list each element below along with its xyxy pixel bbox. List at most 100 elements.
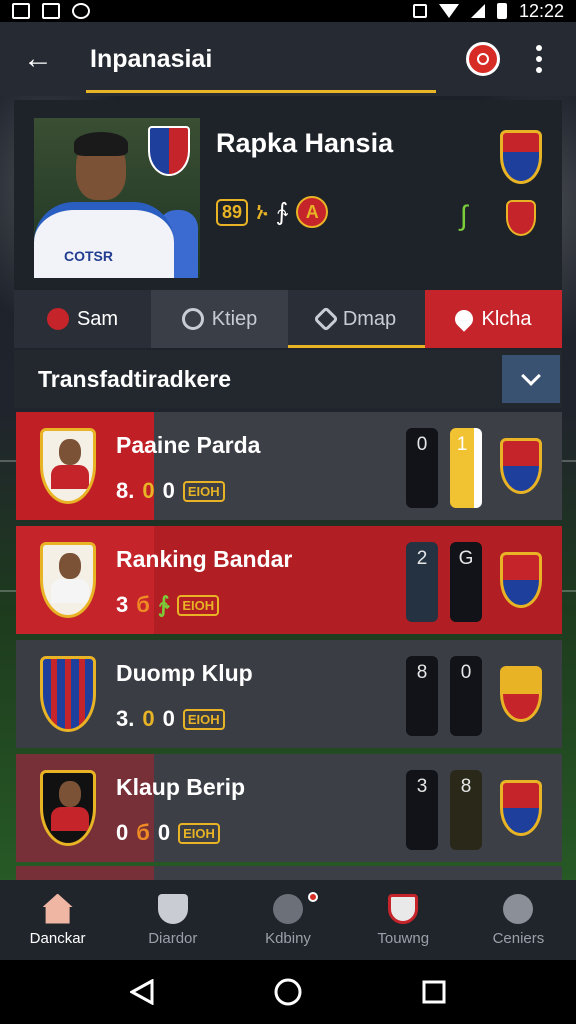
score-box: 0	[406, 428, 438, 508]
club-crest-icon	[148, 126, 190, 176]
opponent-crest-icon	[500, 666, 542, 722]
play-icon	[181, 308, 204, 330]
nav-label: Danckar	[29, 929, 86, 947]
captain-badge: A	[296, 196, 329, 228]
heart-icon	[273, 893, 303, 924]
team-crest-icon	[40, 428, 96, 504]
nav-item-kdbiny[interactable]: Kdbiny	[230, 880, 345, 960]
nav-label: Diardor	[148, 929, 198, 947]
tab-bar: Sam Ktiep Dmap Klcha	[14, 290, 562, 348]
player-photo[interactable]: COTSR	[34, 118, 200, 278]
vibrate-icon	[412, 4, 427, 18]
score-box: 0	[450, 656, 482, 736]
player-stat-row: 89 ኑ ∱ A	[216, 196, 329, 228]
nav-label: Ceniers	[492, 929, 545, 947]
search-icon	[46, 308, 69, 330]
nav-item-danckar[interactable]: Danckar	[0, 880, 115, 960]
trophy-icon	[388, 893, 419, 924]
clock-icon	[477, 53, 489, 65]
wifi-icon	[438, 4, 459, 18]
team-stats: 0 б 0 EIOH	[116, 820, 220, 846]
globe-icon	[503, 893, 534, 924]
team-stats: 3 б ∱ EIOH	[116, 592, 220, 618]
dropdown-button[interactable]	[502, 355, 560, 403]
list-item[interactable]: Klaup Berip 0 б 0 EIOH 3 8	[16, 754, 562, 862]
league-crest-icon[interactable]	[506, 200, 536, 236]
system-back-icon[interactable]	[130, 979, 154, 1005]
team-crest-icon	[40, 770, 96, 846]
system-navigation-bar	[0, 960, 576, 1024]
score-box: 1	[450, 428, 482, 508]
tab-label: Sam	[76, 307, 119, 330]
tab-dmap[interactable]: Dmap	[288, 290, 425, 348]
team-crest-icon	[40, 542, 96, 618]
tab-label: Klcha	[481, 307, 532, 330]
back-button[interactable]: ←	[0, 22, 76, 96]
alert-button[interactable]	[466, 42, 500, 76]
list-item[interactable]: Duomp Klup 3. 0 0 EIOH 8 0	[16, 640, 562, 748]
shirt-text: COTSR	[64, 248, 113, 264]
team-stats: 3. 0 0 EIOH	[116, 706, 225, 732]
rating-badge: 89	[216, 198, 249, 226]
chevron-down-icon	[521, 366, 541, 386]
team-name: Ranking Bandar	[116, 546, 293, 572]
notification-icon	[12, 3, 30, 19]
nav-item-touwng[interactable]: Touwng	[346, 880, 461, 960]
app-bar: ← Inpanasiai	[0, 22, 576, 96]
arrow-left-icon: ←	[23, 42, 53, 75]
nav-item-diardor[interactable]: Diardor	[115, 880, 230, 960]
player-name: Rapka Hansia	[216, 128, 394, 158]
signal-icon	[470, 4, 485, 18]
shield-icon	[157, 893, 188, 924]
heart-icon	[313, 306, 339, 332]
home-icon	[42, 893, 73, 924]
notification-dot	[308, 892, 319, 902]
team-crest-icon[interactable]	[500, 130, 542, 184]
nav-label: Kdbiny	[265, 929, 311, 947]
team-crest-icon	[40, 656, 96, 732]
image-icon	[42, 3, 60, 19]
location-pin-icon	[451, 306, 478, 332]
score-box: G	[450, 542, 482, 622]
tab-label: Dmap	[342, 307, 397, 330]
opponent-crest-icon	[500, 438, 542, 494]
team-stats: 8. 0 0 EIOH	[116, 478, 225, 504]
nav-label: Touwng	[377, 929, 430, 947]
score-box: 3	[406, 770, 438, 850]
team-name: Paaine Parda	[116, 432, 261, 458]
overflow-menu-button[interactable]	[524, 45, 554, 73]
status-time: 12:22	[518, 0, 564, 21]
score-box: 2	[406, 542, 438, 622]
bottom-navigation: Danckar Diardor Kdbiny Touwng Ceniers	[0, 880, 576, 960]
opponent-crest-icon	[500, 780, 542, 836]
system-recents-icon[interactable]	[422, 980, 446, 1004]
tab-label: Ktiep	[211, 307, 258, 330]
list-item[interactable]: Paaine Parda 8. 0 0 EIOH 0 1	[16, 412, 562, 520]
tab-klcha[interactable]: Klcha	[425, 290, 562, 348]
team-name: Duomp Klup	[116, 660, 253, 686]
status-bar: 12:22	[0, 0, 576, 22]
stat-badge: EIOH	[177, 594, 220, 616]
tab-sam[interactable]: Sam	[14, 290, 151, 348]
stat-glyph: ኑ	[256, 198, 268, 225]
title-underline	[86, 90, 436, 93]
system-home-icon[interactable]	[274, 978, 302, 1006]
status-left-icons	[12, 3, 90, 19]
app-icon	[72, 3, 90, 19]
list-item[interactable]: Ranking Bandar 3 б ∱ EIOH 2 G	[16, 526, 562, 634]
list-item-partial[interactable]	[16, 866, 562, 880]
score-box: 8	[406, 656, 438, 736]
nav-item-ceniers[interactable]: Ceniers	[461, 880, 576, 960]
score-box: 8	[450, 770, 482, 850]
opponent-crest-icon	[500, 552, 542, 608]
more-vert-icon	[536, 45, 542, 51]
team-name: Klaup Berip	[116, 774, 246, 800]
tab-ktiep[interactable]: Ktiep	[151, 290, 288, 348]
battery-icon	[496, 3, 507, 19]
stat-badge: EIOH	[182, 708, 225, 730]
section-title: Transfadtiradkere	[38, 365, 232, 392]
section-header: Transfadtiradkere	[14, 350, 562, 408]
stat-badge: EIOH	[178, 822, 220, 844]
page-title: Inpanasiai	[90, 44, 213, 73]
running-icon: ∫	[460, 200, 468, 231]
